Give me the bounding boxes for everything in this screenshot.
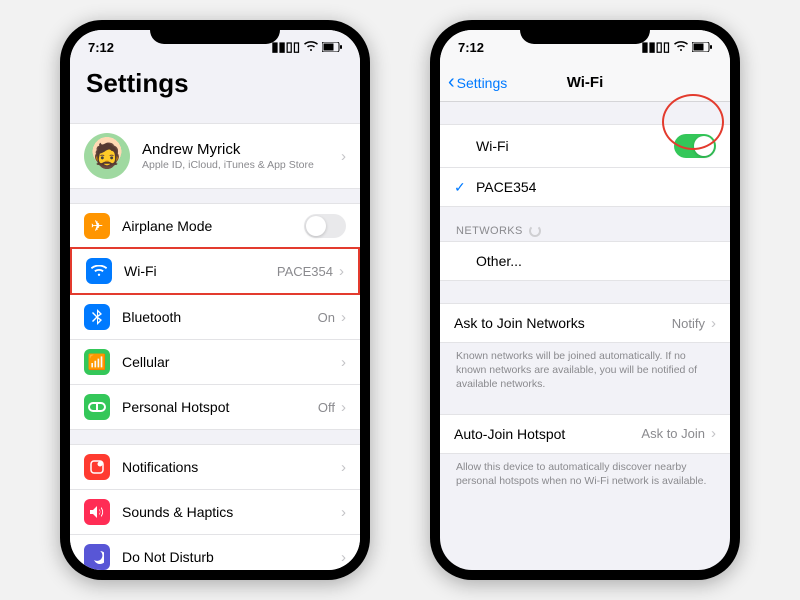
bluetooth-row[interactable]: Bluetooth On › [70, 294, 360, 339]
auto-hotspot-group: Auto-Join Hotspot Ask to Join › [440, 414, 730, 454]
signal-icon: ▮▮▯▯ [271, 39, 300, 55]
nav-bar: ‹ Settings Wi-Fi [440, 64, 730, 102]
ask-join-note: Known networks will be joined automatica… [440, 343, 730, 392]
profile-name: Andrew Myrick [142, 141, 341, 158]
ask-join-row[interactable]: Ask to Join Networks Notify › [440, 303, 730, 343]
ask-join-group: Ask to Join Networks Notify › [440, 303, 730, 343]
auto-hotspot-row[interactable]: Auto-Join Hotspot Ask to Join › [440, 414, 730, 454]
chevron-icon: › [341, 549, 346, 566]
signal-icon: ▮▮▯▯ [641, 39, 670, 55]
back-label: Settings [457, 75, 508, 91]
hotspot-value: Off [318, 400, 335, 415]
chevron-icon: › [711, 315, 716, 332]
auto-hotspot-note: Allow this device to automatically disco… [440, 454, 730, 488]
notch [150, 20, 280, 44]
notifications-row[interactable]: Notifications › [70, 444, 360, 489]
clock: 7:12 [458, 40, 484, 55]
chevron-icon: › [341, 309, 346, 326]
airplane-mode-row[interactable]: ✈ Airplane Mode [70, 203, 360, 248]
cellular-icon: 📶 [84, 349, 110, 375]
clock: 7:12 [88, 40, 114, 55]
networks-header: NETWORKS [440, 221, 730, 241]
dnd-icon [84, 544, 110, 570]
bluetooth-icon [84, 304, 110, 330]
other-label: Other... [476, 253, 716, 269]
page-title: Settings [70, 64, 360, 109]
ask-join-label: Ask to Join Networks [454, 315, 672, 331]
connected-network: PACE354 [476, 179, 716, 195]
bluetooth-label: Bluetooth [122, 309, 318, 325]
screen-settings: 7:12 ▮▮▯▯ Settings 🧔 Andrew Myrick Apple… [70, 30, 360, 570]
notifications-icon [84, 454, 110, 480]
wifi-value: PACE354 [277, 264, 333, 279]
auto-hotspot-value: Ask to Join [641, 426, 705, 441]
sounds-icon [84, 499, 110, 525]
airplane-toggle[interactable] [304, 214, 346, 238]
check-icon: ✓ [454, 179, 468, 196]
wifi-toggle[interactable] [674, 134, 716, 158]
airplane-icon: ✈ [84, 213, 110, 239]
chevron-icon: › [341, 504, 346, 521]
wifi-toggle-label: Wi-Fi [476, 138, 674, 154]
wifi-toggle-row[interactable]: Wi-Fi [440, 124, 730, 167]
chevron-icon: › [711, 425, 716, 442]
hotspot-label: Personal Hotspot [122, 399, 318, 415]
wifi-icon [304, 40, 318, 55]
wifi-toggle-group: Wi-Fi ✓ PACE354 [440, 124, 730, 207]
other-network-row[interactable]: Other... [440, 241, 730, 281]
chevron-left-icon: ‹ [448, 71, 455, 94]
chevron-icon: › [341, 459, 346, 476]
phone-left: 7:12 ▮▮▯▯ Settings 🧔 Andrew Myrick Apple… [60, 20, 370, 580]
bluetooth-value: On [318, 310, 335, 325]
profile-sub: Apple ID, iCloud, iTunes & App Store [142, 159, 341, 171]
notifications-label: Notifications [122, 459, 341, 475]
cellular-row[interactable]: 📶 Cellular › [70, 339, 360, 384]
dnd-row[interactable]: Do Not Disturb › [70, 534, 360, 570]
battery-icon [322, 40, 342, 55]
screen-wifi: 7:12 ▮▮▯▯ ‹ Settings Wi-Fi Wi-Fi [440, 30, 730, 570]
wifi-label: Wi-Fi [124, 263, 277, 279]
back-button[interactable]: ‹ Settings [448, 71, 507, 94]
connectivity-group: ✈ Airplane Mode Wi-Fi PACE354 › Bluetoot… [70, 203, 360, 430]
notifications-group: Notifications › Sounds & Haptics › Do No… [70, 444, 360, 570]
nav-title: Wi-Fi [567, 74, 604, 91]
wifi-settings-icon [86, 258, 112, 284]
spinner-icon [529, 225, 541, 237]
profile-group: 🧔 Andrew Myrick Apple ID, iCloud, iTunes… [70, 123, 360, 189]
avatar: 🧔 [84, 133, 130, 179]
dnd-label: Do Not Disturb [122, 549, 341, 565]
wifi-row[interactable]: Wi-Fi PACE354 › [70, 247, 360, 295]
status-icons: ▮▮▯▯ [641, 39, 712, 55]
ask-join-value: Notify [672, 316, 705, 331]
chevron-icon: › [339, 263, 344, 280]
battery-icon [692, 40, 712, 55]
phone-right: 7:12 ▮▮▯▯ ‹ Settings Wi-Fi Wi-Fi [430, 20, 740, 580]
status-icons: ▮▮▯▯ [271, 39, 342, 55]
notch [520, 20, 650, 44]
sounds-label: Sounds & Haptics [122, 504, 341, 520]
chevron-icon: › [341, 399, 346, 416]
cellular-label: Cellular [122, 354, 341, 370]
networks-group: Other... [440, 241, 730, 281]
auto-hotspot-label: Auto-Join Hotspot [454, 426, 641, 442]
connected-network-row[interactable]: ✓ PACE354 [440, 167, 730, 207]
profile-row[interactable]: 🧔 Andrew Myrick Apple ID, iCloud, iTunes… [70, 123, 360, 189]
chevron-icon: › [341, 354, 346, 371]
sounds-row[interactable]: Sounds & Haptics › [70, 489, 360, 534]
hotspot-icon [84, 394, 110, 420]
airplane-label: Airplane Mode [122, 218, 304, 234]
hotspot-row[interactable]: Personal Hotspot Off › [70, 384, 360, 430]
chevron-icon: › [341, 148, 346, 165]
wifi-icon [674, 40, 688, 55]
